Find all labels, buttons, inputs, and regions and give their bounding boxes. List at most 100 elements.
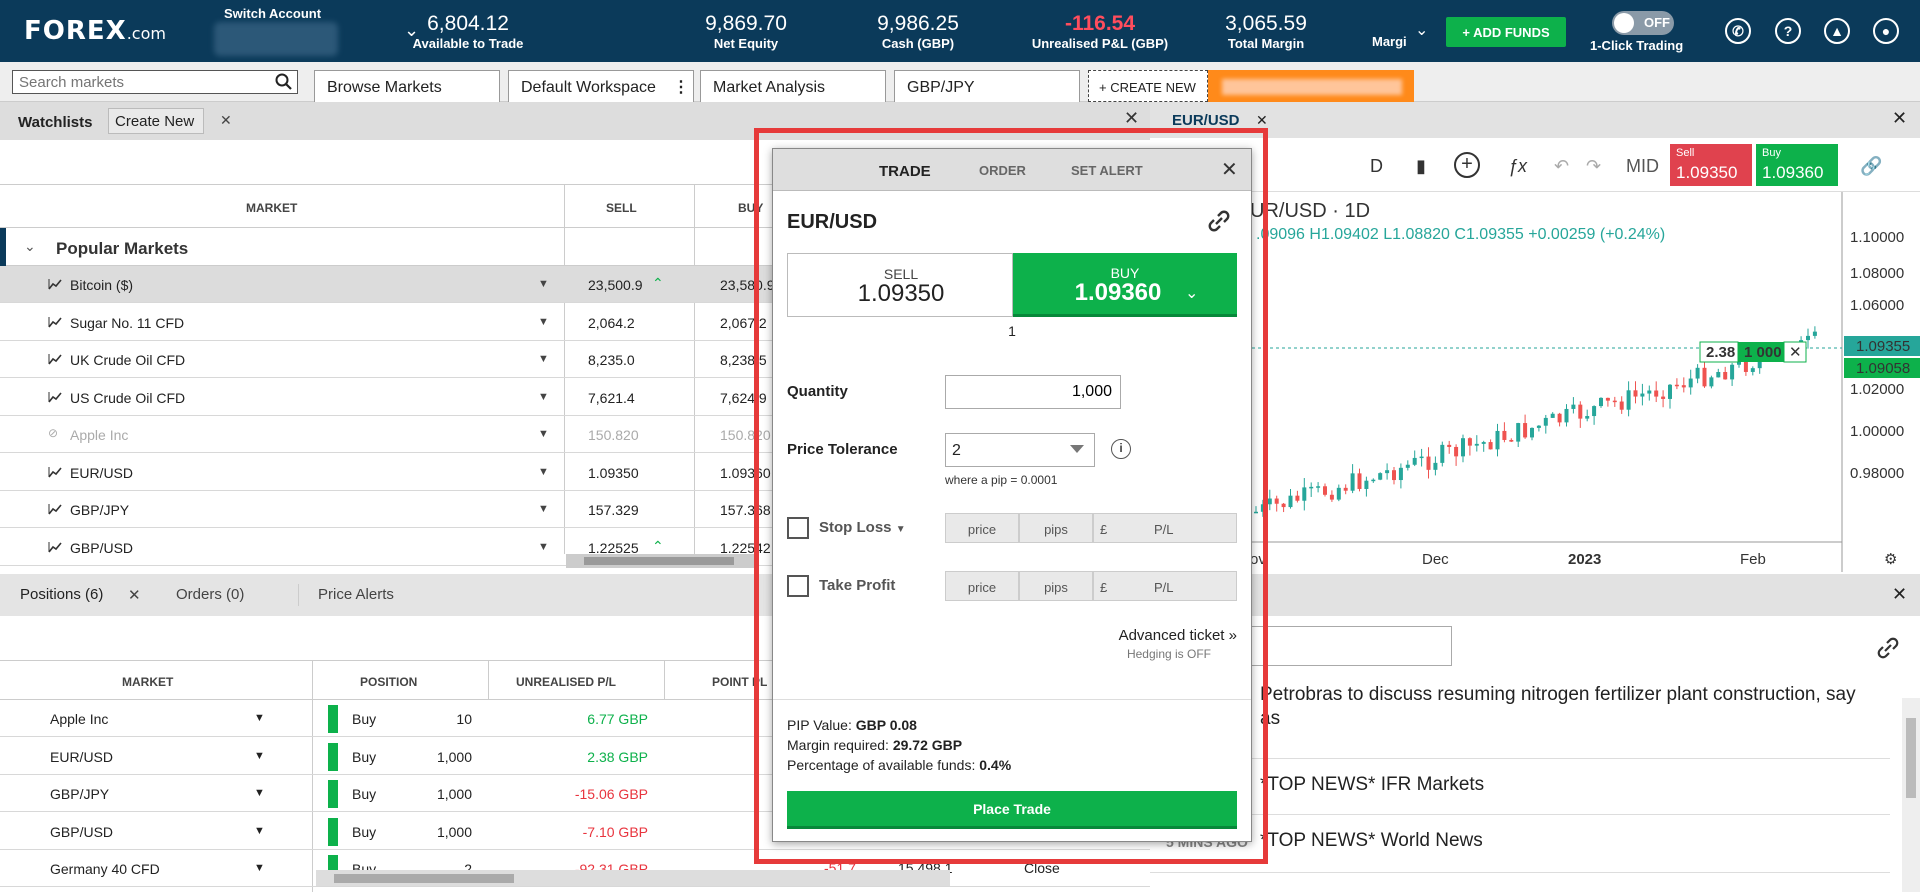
user-icon[interactable]: ● — [1873, 18, 1899, 44]
info-icon[interactable]: i — [1111, 439, 1131, 459]
news-headline[interactable]: *TOP NEWS* World News — [1260, 830, 1483, 852]
settings-gear-icon[interactable]: ⚙ — [1884, 551, 1897, 568]
price-tolerance-select[interactable]: 2 — [945, 433, 1095, 467]
chart-line-icon[interactable] — [48, 278, 62, 290]
forex-logo[interactable]: FOREX.com — [24, 16, 166, 46]
close-panel-icon[interactable]: ✕ — [1892, 108, 1907, 129]
undo-icon[interactable]: ↶ — [1554, 156, 1569, 177]
place-trade-button[interactable]: Place Trade — [787, 791, 1237, 829]
chevron-down-icon[interactable]: ⌄ — [1185, 283, 1198, 303]
tab-browse-markets[interactable]: Browse Markets — [314, 70, 500, 102]
tab-market-analysis[interactable]: Market Analysis — [700, 70, 886, 102]
account-name-blurred[interactable] — [214, 22, 338, 56]
tab-set-alert[interactable]: SET ALERT — [1071, 163, 1143, 178]
take-profit-pips[interactable]: pips — [1019, 571, 1093, 601]
add-funds-button[interactable]: + ADD FUNDS — [1446, 17, 1566, 47]
close-icon[interactable]: ✕ — [1221, 157, 1238, 182]
link-icon[interactable] — [1874, 634, 1902, 662]
link-icon[interactable]: 🔗 — [1860, 156, 1882, 177]
tab-default-workspace[interactable]: Default Workspace ⋮ — [508, 70, 694, 102]
market-name[interactable]: Apple Inc — [50, 711, 108, 727]
stop-loss-checkbox[interactable] — [787, 517, 809, 539]
quantity-input[interactable] — [945, 375, 1121, 409]
dropdown-arrow-icon[interactable]: ▼ — [538, 353, 549, 365]
chart-line-icon[interactable] — [48, 503, 62, 515]
chart-sell-button[interactable]: Sell 1.09350 — [1670, 144, 1752, 186]
tab-order[interactable]: ORDER — [979, 163, 1026, 178]
ticket-buy-button[interactable]: BUY 1.09360 ⌄ — [1013, 253, 1237, 317]
tab-trade[interactable]: TRADE — [879, 163, 931, 180]
sell-price[interactable]: 150.820 — [588, 427, 639, 443]
create-new-tab-button[interactable]: + CREATE NEW — [1088, 70, 1208, 102]
stop-loss-price[interactable]: price — [945, 513, 1019, 543]
horizontal-scrollbar[interactable] — [316, 870, 950, 886]
market-name[interactable]: GBP/JPY — [70, 502, 129, 518]
sell-price[interactable]: 157.329 — [588, 502, 639, 518]
chart-line-icon[interactable] — [48, 316, 62, 328]
chevron-down-icon[interactable]: ⌄ — [24, 238, 36, 255]
ticket-sell-button[interactable]: SELL 1.09350 — [787, 253, 1013, 317]
col-unrealised-pl[interactable]: UNREALISED P/L — [516, 675, 616, 689]
sell-price[interactable]: 1.09350 — [588, 465, 639, 481]
market-name[interactable]: US Crude Oil CFD — [70, 390, 185, 406]
promo-tab[interactable] — [1208, 70, 1414, 102]
tab-positions[interactable]: Positions (6) — [20, 586, 103, 603]
dropdown-arrow-icon[interactable]: ▼ — [538, 278, 549, 290]
dropdown-arrow-icon[interactable]: ▼ — [538, 466, 549, 478]
close-icon[interactable]: ✕ — [1789, 344, 1802, 361]
sell-price[interactable]: 23,500.9 — [588, 277, 643, 293]
bell-icon[interactable]: ▲ — [1824, 18, 1850, 44]
redo-icon[interactable]: ↷ — [1586, 156, 1601, 177]
col-market[interactable]: MARKET — [122, 675, 173, 689]
dropdown-arrow-icon[interactable]: ▼ — [538, 316, 549, 328]
interval-selector[interactable]: D — [1370, 156, 1383, 177]
one-click-trading-toggle[interactable]: OFF — [1612, 11, 1674, 35]
horizontal-scrollbar[interactable] — [566, 554, 756, 568]
dropdown-arrow-icon[interactable]: ▼ — [254, 712, 265, 724]
dropdown-arrow-icon[interactable]: ▼ — [254, 750, 265, 762]
market-name[interactable]: GBP/USD — [70, 540, 133, 556]
sell-price[interactable]: 8,235.0 — [588, 352, 635, 368]
phone-icon[interactable]: ✆ — [1725, 18, 1751, 44]
scroll-thumb[interactable] — [584, 557, 734, 565]
chart-buy-button[interactable]: Buy 1.09360 — [1756, 144, 1838, 186]
add-indicator-icon[interactable]: + — [1454, 152, 1480, 178]
chart-line-icon[interactable] — [48, 541, 62, 553]
close-panel-icon[interactable]: ✕ — [1124, 108, 1139, 129]
market-name[interactable]: EUR/USD — [70, 465, 133, 481]
tab-eur-usd[interactable]: EUR/USD — [1172, 112, 1240, 129]
dropdown-arrow-icon[interactable]: ▼ — [538, 503, 549, 515]
dropdown-arrow-icon[interactable]: ▼ — [538, 541, 549, 553]
news-headline[interactable]: *TOP NEWS* IFR Markets — [1260, 774, 1484, 796]
tab-gbp-jpy[interactable]: GBP/JPY — [894, 70, 1080, 102]
more-options-icon[interactable]: ⋮ — [673, 77, 689, 97]
link-icon[interactable] — [1205, 207, 1233, 235]
col-position[interactable]: POSITION — [360, 675, 417, 689]
sell-price[interactable]: 7,621.4 — [588, 390, 635, 406]
stop-loss-label[interactable]: Stop Loss ▼ — [819, 519, 906, 536]
function-icon[interactable]: ƒx — [1508, 156, 1527, 177]
take-profit-label[interactable]: Take Profit — [819, 577, 895, 594]
market-name[interactable]: Apple Inc — [70, 427, 128, 443]
close-icon[interactable]: ✕ — [128, 586, 141, 604]
market-name[interactable]: EUR/USD — [50, 749, 113, 765]
take-profit-checkbox[interactable] — [787, 575, 809, 597]
chart-line-icon[interactable] — [48, 391, 62, 403]
close-panel-icon[interactable]: ✕ — [1892, 584, 1907, 605]
dropdown-arrow-icon[interactable]: ▼ — [254, 825, 265, 837]
advanced-ticket-link[interactable]: Advanced ticket » — [1013, 627, 1237, 644]
stop-loss-pl[interactable]: £ P/L — [1093, 513, 1237, 543]
dropdown-arrow-icon[interactable]: ▼ — [538, 391, 549, 403]
scroll-thumb[interactable] — [1906, 718, 1916, 798]
help-icon[interactable]: ? — [1775, 18, 1801, 44]
take-profit-price[interactable]: price — [945, 571, 1019, 601]
vertical-scrollbar[interactable] — [1902, 698, 1920, 892]
dropdown-arrow-icon[interactable]: ▼ — [896, 524, 906, 535]
dropdown-arrow-icon[interactable]: ▼ — [538, 428, 549, 440]
candle-type-icon[interactable]: ▮ — [1416, 156, 1426, 177]
market-name[interactable]: Bitcoin ($) — [70, 277, 133, 293]
watchlist-title[interactable]: Watchlists — [18, 114, 92, 131]
search-icon[interactable] — [274, 72, 294, 92]
sell-price[interactable]: 2,064.2 — [588, 315, 635, 331]
market-name[interactable]: Germany 40 CFD — [50, 861, 160, 877]
